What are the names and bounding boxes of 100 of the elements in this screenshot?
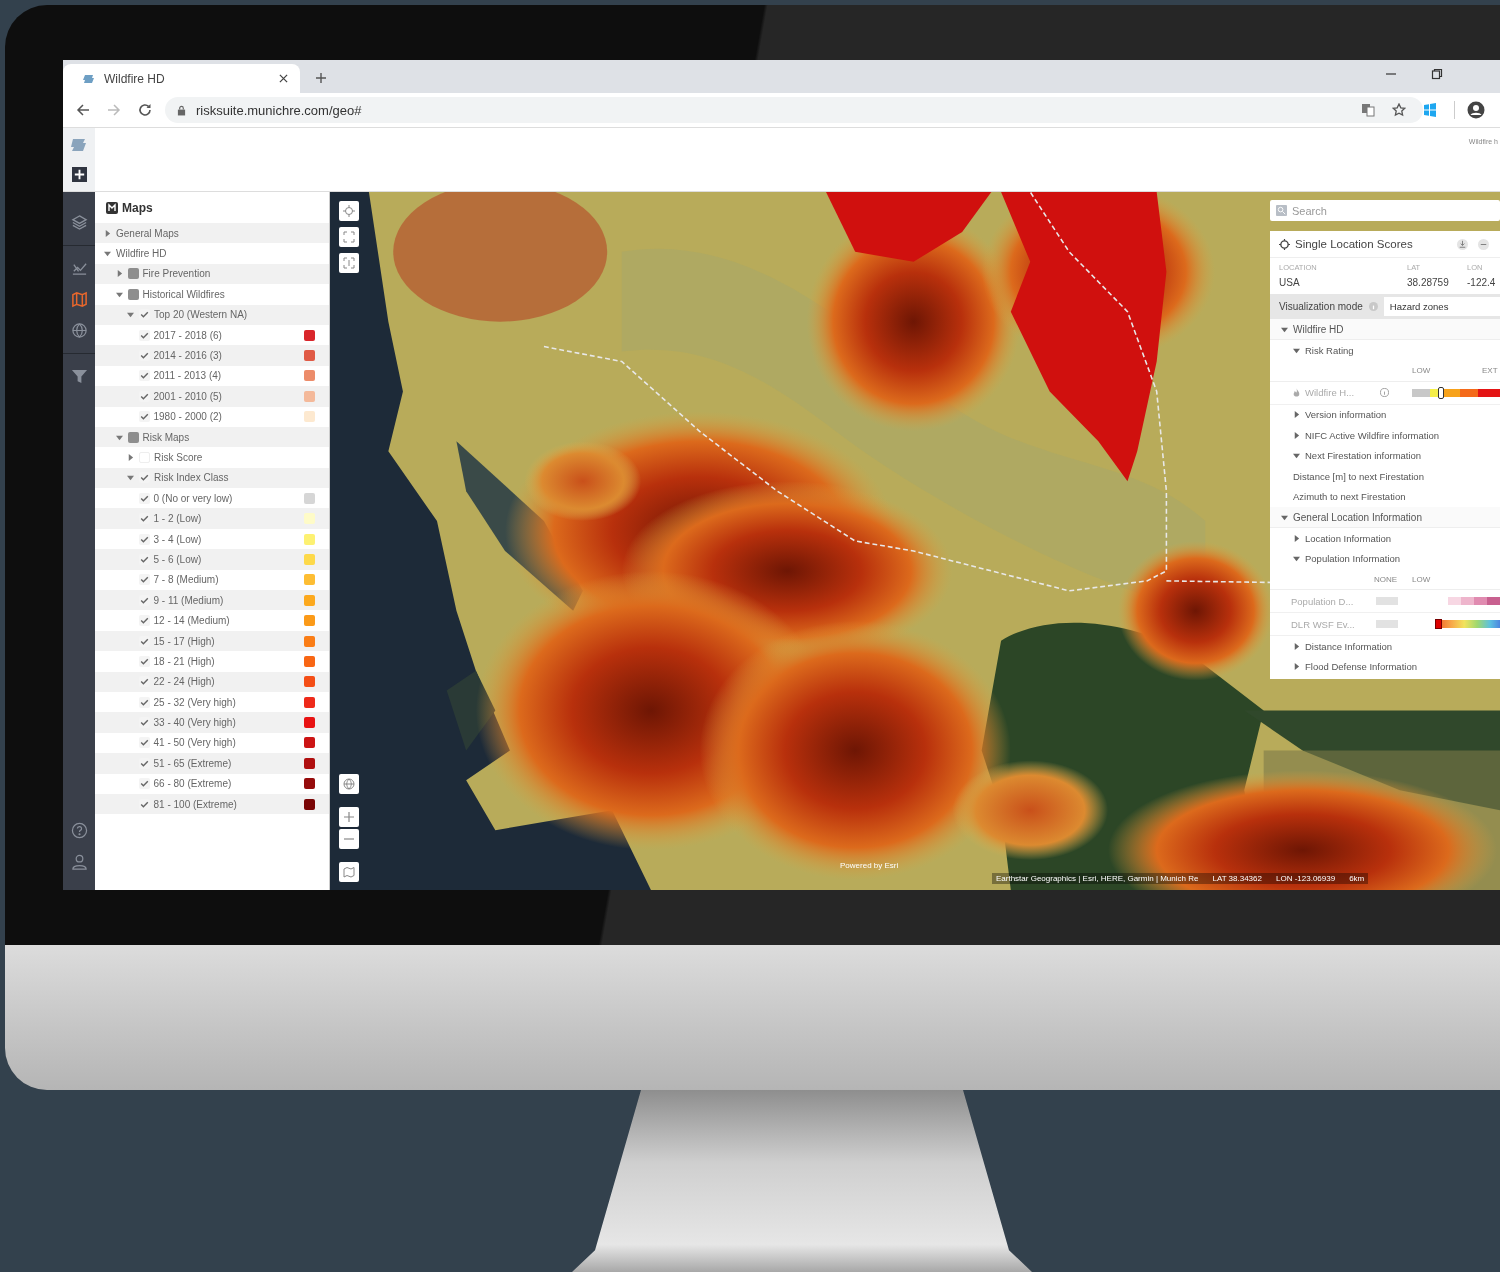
layer-name[interactable]: 0 (No or very low) (153, 492, 233, 504)
layer-name[interactable]: Risk Score (154, 452, 203, 463)
tab-title: Wildfire HD (104, 71, 166, 86)
basemap-button[interactable] (339, 862, 359, 882)
browser-tab[interactable]: Wildfire HD (63, 64, 300, 93)
score-name: Wildfire H... (1305, 387, 1356, 398)
search-field[interactable]: Search (1270, 200, 1500, 221)
layer-name[interactable]: 9 - 11 (Medium) (153, 594, 224, 606)
layer-checkbox[interactable] (138, 574, 150, 586)
field-value: USA (1279, 277, 1301, 288)
layer-name[interactable]: 7 - 8 (Medium) (153, 574, 219, 586)
expand-toggle-icon[interactable] (104, 229, 111, 237)
layer-name[interactable]: 22 - 24 (High) (153, 676, 215, 688)
layer-name[interactable]: 2011 - 2013 (4) (153, 370, 222, 382)
close-icon[interactable] (279, 74, 288, 83)
attribution-text: Powered by Esri (840, 861, 899, 870)
none-swatch (1376, 620, 1398, 628)
scale-label: NONE (1374, 574, 1399, 584)
profile-icon[interactable] (1467, 101, 1485, 119)
layer-name[interactable]: 41 - 50 (Very high) (153, 737, 236, 749)
layer-checkbox[interactable] (127, 431, 139, 443)
layer-name[interactable]: 51 - 65 (Extreme) (153, 757, 232, 769)
layer-name[interactable]: 2014 - 2016 (3) (153, 350, 222, 362)
subsection-toggle[interactable]: NIFC Active Wildfire information (1270, 425, 1500, 446)
layer-name[interactable]: 66 - 80 (Extreme) (153, 778, 232, 790)
layer-name[interactable]: Historical Wildfires (142, 288, 225, 300)
layer-name[interactable]: 1 - 2 (Low) (153, 513, 202, 525)
subsection-toggle[interactable]: Risk Rating (1270, 340, 1500, 361)
windows-icon[interactable] (1423, 103, 1437, 117)
layer-name[interactable]: Risk Maps (142, 431, 190, 443)
expand-toggle-icon[interactable] (127, 474, 134, 482)
layer-name[interactable]: Fire Prevention (142, 268, 211, 280)
plus-icon[interactable] (315, 72, 327, 84)
layer-checkbox[interactable] (138, 655, 150, 667)
layer-checkbox[interactable] (138, 778, 150, 790)
layer-checkbox[interactable] (138, 411, 150, 423)
collapse-icon[interactable] (1478, 238, 1489, 250)
expand-toggle-icon[interactable] (115, 270, 123, 278)
layer-checkbox[interactable] (138, 329, 150, 341)
star-icon[interactable] (1392, 103, 1406, 117)
panel-title: Maps (122, 200, 153, 215)
layer-checkbox[interactable] (127, 268, 139, 280)
chart-icon[interactable] (70, 260, 88, 277)
filter-icon[interactable] (70, 368, 88, 385)
globe-icon (343, 778, 355, 790)
mode-select[interactable]: Hazard zones (1383, 297, 1500, 316)
back-arrow-icon[interactable] (76, 103, 90, 117)
layer-name[interactable]: General Maps (116, 227, 179, 239)
layer-name[interactable]: 18 - 21 (High) (153, 655, 215, 667)
layer-name[interactable]: 2001 - 2010 (5) (153, 390, 222, 402)
layer-name[interactable]: 25 - 32 (Very high) (153, 696, 236, 708)
section-header[interactable]: General Location Information (1270, 507, 1500, 528)
scale-label: EXT (1482, 366, 1499, 375)
layer-checkbox[interactable] (138, 492, 150, 504)
expand-toggle-icon[interactable] (115, 433, 123, 441)
layer-name[interactable]: 81 - 100 (Extreme) (153, 798, 237, 810)
map-icon (343, 866, 355, 878)
layer-name[interactable]: 12 - 14 (Medium) (153, 615, 230, 627)
layer-name[interactable]: Wildfire HD (116, 248, 167, 260)
scale-readout: 6km (1349, 874, 1365, 883)
layer-name[interactable]: 5 - 6 (Low) (153, 553, 202, 565)
locate-button[interactable] (339, 201, 359, 221)
layer-checkbox[interactable] (138, 533, 150, 545)
latitude-readout: LAT 38.34362 (1212, 874, 1262, 883)
layer-name[interactable]: 15 - 17 (High) (153, 635, 215, 647)
attribute-label: Distance [m] to next Firestation (1292, 469, 1425, 484)
address-field[interactable]: risksuite.munichre.com/geo# (165, 97, 1423, 123)
help-icon[interactable] (70, 822, 88, 839)
subsection-toggle[interactable]: Flood Defense Information (1270, 656, 1500, 677)
layer-name[interactable]: 2017 - 2018 (6) (153, 329, 222, 341)
expand-toggle-icon[interactable] (104, 250, 111, 258)
expand-toggle-icon[interactable] (115, 290, 123, 298)
layer-checkbox[interactable] (138, 696, 150, 708)
globe-button[interactable] (339, 774, 359, 794)
expand-toggle-icon[interactable] (127, 454, 134, 461)
translate-icon[interactable] (1361, 103, 1375, 117)
layer-checkbox[interactable] (138, 370, 150, 382)
subsection-toggle[interactable]: Version information (1270, 404, 1500, 425)
restore-icon[interactable] (1431, 68, 1443, 80)
subsection-toggle[interactable]: Distance Information (1270, 636, 1500, 657)
layer-checkbox[interactable] (138, 737, 150, 749)
download-icon[interactable] (1457, 238, 1468, 250)
logo-icon[interactable] (71, 137, 87, 153)
add-icon[interactable] (71, 167, 87, 182)
layer-name[interactable]: 1980 - 2000 (2) (153, 411, 222, 423)
layer-name[interactable]: Risk Index Class (154, 472, 229, 484)
subsection-toggle[interactable]: Population Information (1270, 548, 1500, 569)
subsection-toggle[interactable]: Next Firestation information (1270, 445, 1500, 466)
layer-name[interactable]: 3 - 4 (Low) (153, 533, 202, 545)
globe-icon[interactable] (70, 322, 88, 339)
layer-checkbox[interactable] (127, 288, 139, 300)
map-icon[interactable] (70, 291, 88, 308)
reload-icon[interactable] (138, 103, 152, 117)
subsection-toggle[interactable]: Location Information (1270, 528, 1500, 549)
expand-toggle-icon[interactable] (127, 311, 134, 319)
info-icon[interactable] (1380, 388, 1389, 397)
section-header[interactable]: Wildfire HD (1270, 319, 1500, 340)
layer-checkbox[interactable] (138, 615, 150, 627)
user-icon[interactable] (70, 853, 88, 870)
layers-icon[interactable] (70, 214, 88, 231)
